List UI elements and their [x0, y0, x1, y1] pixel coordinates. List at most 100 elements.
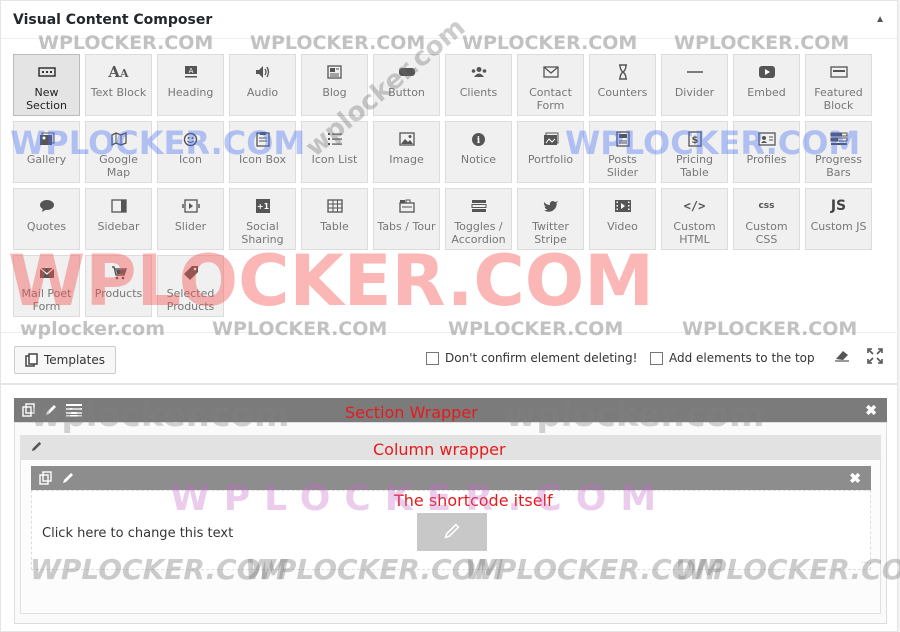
element-tile-video[interactable]: Video	[589, 188, 656, 250]
element-tile-progress-bars[interactable]: Progress Bars	[805, 121, 872, 183]
featured-icon	[829, 62, 848, 82]
envelope-icon	[39, 263, 55, 283]
element-tile-custom-html[interactable]: </> Custom HTML	[661, 188, 728, 250]
js-icon: JS	[830, 198, 847, 214]
css-icon: css	[758, 201, 775, 211]
element-tile-label: Tabs / Tour	[377, 220, 436, 233]
toggle-icon	[471, 196, 487, 216]
clipboard-icon	[255, 129, 270, 149]
element-tile-label: Gallery	[26, 153, 67, 166]
element-tile-social-sharing[interactable]: +1 Social Sharing	[229, 188, 296, 250]
element-tile-label: Google Map	[99, 153, 138, 179]
templates-icon	[25, 353, 38, 367]
element-tile-tabs-tour[interactable]: Tabs / Tour	[373, 188, 440, 250]
element-tile-custom-css[interactable]: css Custom CSS	[733, 188, 800, 250]
element-tile-label: Heading	[167, 86, 214, 99]
smiley-icon	[183, 129, 198, 149]
element-tile-products[interactable]: Products	[85, 255, 152, 317]
shortcode-annotation: The shortcode itself	[394, 491, 553, 510]
element-tile-label: Notice	[460, 153, 497, 166]
add-to-top-checkbox[interactable]: Add elements to the top	[650, 351, 815, 365]
element-tile-label: Progress Bars	[815, 153, 862, 179]
element-tile-embed[interactable]: Embed	[733, 54, 800, 116]
eraser-icon[interactable]	[834, 348, 850, 362]
element-tile-mail-poet-form[interactable]: Mail Poet Form	[13, 255, 80, 317]
element-tile-label: New Section	[26, 86, 67, 112]
clone-icon[interactable]	[39, 471, 53, 488]
dont-confirm-delete-checkbox[interactable]: Don't confirm element deleting!	[426, 351, 637, 365]
element-tile-blog[interactable]: Blog	[301, 54, 368, 116]
twitter-icon	[543, 196, 559, 216]
element-tile-sidebar[interactable]: Sidebar	[85, 188, 152, 250]
element-tile-profiles[interactable]: Profiles	[733, 121, 800, 183]
element-tile-label: Toggles / Accordion	[451, 220, 506, 246]
element-tile-notice[interactable]: i Notice	[445, 121, 512, 183]
pencil-icon	[443, 522, 461, 543]
pencil-icon[interactable]	[44, 403, 58, 420]
checkbox-box[interactable]	[650, 351, 663, 365]
share-icon: +1	[255, 196, 271, 216]
element-tile-label: Image	[389, 153, 424, 166]
clone-icon[interactable]	[22, 403, 36, 420]
element-tile-new-section[interactable]: New Section	[13, 54, 80, 116]
element-tile-google-map[interactable]: Google Map	[85, 121, 152, 183]
columns-icon[interactable]	[66, 403, 82, 420]
info-icon: i	[471, 129, 486, 149]
element-tile-quotes[interactable]: Quotes	[13, 188, 80, 250]
templates-button[interactable]: Templates	[14, 346, 116, 374]
element-tile-icon-list[interactable]: Icon List	[301, 121, 368, 183]
fullscreen-icon[interactable]	[867, 348, 883, 364]
element-tile-button[interactable]: Button	[373, 54, 440, 116]
element-tile-posts-slider[interactable]: Posts Slider	[589, 121, 656, 183]
sidebar-icon	[110, 196, 127, 216]
element-tile-audio[interactable]: Audio	[229, 54, 296, 116]
triangle-up-icon[interactable]: ▲	[875, 14, 885, 25]
element-tile-icon-box[interactable]: Icon Box	[229, 121, 296, 183]
element-tile-heading[interactable]: A Heading	[157, 54, 224, 116]
element-tile-image[interactable]: Image	[373, 121, 440, 183]
element-tile-custom-js[interactable]: JS Custom JS	[805, 188, 872, 250]
element-tile-selected-products[interactable]: Selected Products	[157, 255, 224, 317]
element-tile-label: Icon	[179, 153, 202, 166]
element-tile-gallery[interactable]: Gallery	[13, 121, 80, 183]
element-tile-label: Icon Box	[239, 153, 286, 166]
elements-row: Gallery Google Map Icon Icon Box Icon List Im…	[13, 121, 891, 183]
element-tile-slider[interactable]: Slider	[157, 188, 224, 250]
element-tile-text-block[interactable]: AA Text Block	[85, 54, 152, 116]
element-tile-clients[interactable]: Clients	[445, 54, 512, 116]
element-tile-twitter-stripe[interactable]: Twitter Stripe	[517, 188, 584, 250]
element-tile-label: Social Sharing	[241, 220, 284, 246]
element-tile-label: Audio	[246, 86, 279, 99]
elements-row: Mail Poet Form Products Selected Products	[13, 255, 891, 317]
resize-handle-icon[interactable]: ⋯	[861, 558, 869, 567]
checkbox-box[interactable]	[426, 351, 439, 365]
element-tile-label: Products	[94, 287, 143, 300]
element-tile-icon[interactable]: Icon	[157, 121, 224, 183]
svg-text:i: i	[477, 136, 481, 146]
close-icon[interactable]: ✖	[849, 470, 861, 487]
element-tile-label: Sidebar	[97, 220, 140, 233]
shortcode-text[interactable]: Click here to change this text	[42, 526, 233, 541]
element-tile-label: Portfolio	[527, 153, 574, 166]
element-tile-portfolio[interactable]: Portfolio	[517, 121, 584, 183]
image-icon	[398, 129, 415, 149]
column-wrapper: ✖ Click here to change this text ⋯	[20, 459, 881, 614]
element-tile-label: Table	[320, 220, 349, 233]
element-tile-label: Custom CSS	[745, 220, 788, 246]
element-tile-contact-form[interactable]: Contact Form	[517, 54, 584, 116]
element-tile-label: Embed	[747, 86, 786, 99]
element-tile-divider[interactable]: Divider	[661, 54, 728, 116]
element-tile-toggles-accordion[interactable]: Toggles / Accordion	[445, 188, 512, 250]
element-tile-pricing-table[interactable]: $ Pricing Table	[661, 121, 728, 183]
svg-text:+1: +1	[256, 202, 269, 211]
gallery-icon	[39, 129, 55, 149]
pencil-icon[interactable]	[61, 471, 75, 488]
element-tile-counters[interactable]: Counters	[589, 54, 656, 116]
element-tile-table[interactable]: Table	[301, 188, 368, 250]
close-icon[interactable]: ✖	[865, 402, 877, 419]
pencil-icon[interactable]	[30, 440, 43, 456]
edit-shortcode-button[interactable]	[417, 513, 487, 551]
panel-header[interactable]: Visual Content Composer ▲	[1, 1, 897, 39]
shortcode-controls-bar[interactable]: ✖	[31, 466, 871, 490]
element-tile-featured-block[interactable]: Featured Block	[805, 54, 872, 116]
